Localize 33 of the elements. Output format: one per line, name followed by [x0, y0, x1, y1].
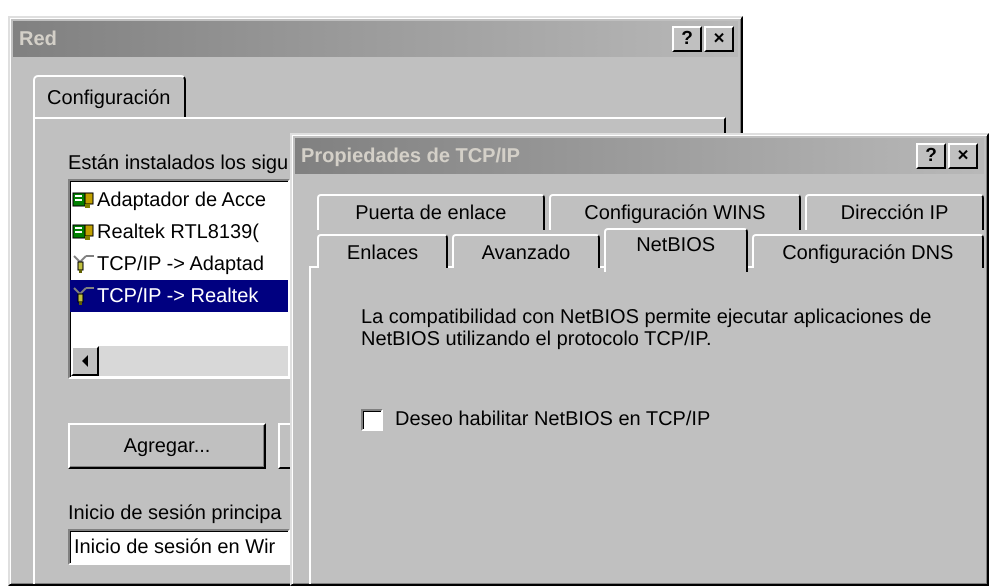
checkbox-label[interactable]: Deseo habilitar NetBIOS en TCP/IP — [395, 408, 710, 431]
components-label: Están instalados los sigu — [68, 152, 288, 175]
list-item[interactable]: TCP/IP -> Realtek — [70, 280, 288, 312]
list-item[interactable]: TCP/IP -> Adaptad — [70, 248, 288, 280]
tab[interactable]: Configuración WINS — [548, 194, 802, 230]
checkbox[interactable] — [361, 408, 383, 430]
tab[interactable]: Puerta de enlace — [317, 194, 545, 230]
window-title: Red — [19, 28, 57, 50]
list-item[interactable]: Realtek RTL8139( — [70, 216, 288, 248]
scroll-left-button[interactable] — [71, 346, 99, 376]
description-text: La compatibilidad con NetBIOS permite ejecutar aplicaciones de NetBIOS utilizando el protocolo TCP/IP. — [361, 306, 932, 350]
window-title: Propiedades de TCP/IP — [301, 144, 520, 168]
help-button[interactable]: ? — [916, 143, 946, 169]
left-arrow-icon — [82, 355, 88, 367]
close-button[interactable]: × — [704, 26, 734, 52]
help-button[interactable]: ? — [672, 26, 702, 52]
horizontal-scrollbar[interactable] — [71, 346, 288, 376]
tab[interactable]: Configuración — [33, 75, 186, 117]
network-connector-icon — [72, 254, 94, 274]
tab[interactable]: Avanzado — [452, 234, 600, 268]
tab[interactable]: NetBIOS — [604, 228, 748, 272]
logon-label: Inicio de sesión principa — [68, 502, 282, 525]
network-card-icon — [72, 190, 94, 210]
network-card-icon — [72, 222, 94, 242]
tab[interactable]: Dirección IP — [805, 194, 984, 230]
add-button[interactable]: Agregar... — [68, 423, 266, 469]
close-button[interactable]: × — [948, 143, 978, 169]
network-connector-icon — [72, 286, 94, 306]
logon-field[interactable]: Inicio de sesión en Wir — [68, 529, 290, 565]
tab[interactable]: Configuración DNS — [752, 234, 984, 268]
tab[interactable]: Enlaces — [317, 234, 448, 268]
list-item[interactable]: Adaptador de Acce — [70, 184, 288, 216]
button[interactable] — [278, 423, 290, 469]
